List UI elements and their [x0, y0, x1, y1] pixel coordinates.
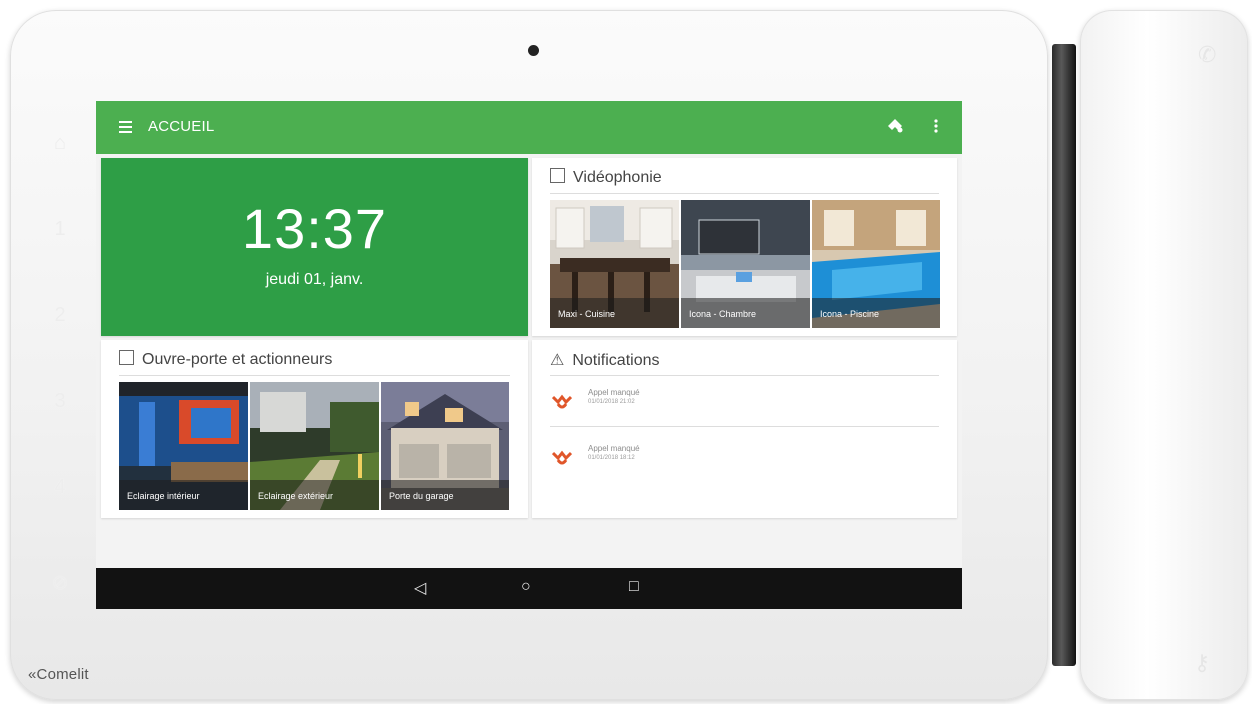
camera-tile[interactable]: Icona - Piscine [812, 200, 940, 328]
warning-icon: ⚠ [550, 352, 565, 369]
notifications-card-header: ⚠ Notifications [550, 350, 939, 376]
actuator-tile[interactable]: Porte du garage [381, 382, 509, 510]
side-key-2[interactable]: 2 [40, 300, 80, 330]
notifications-card-title: Notifications [572, 352, 660, 369]
app-bar: ACCUEIL [96, 101, 962, 154]
overflow-menu-icon[interactable] [934, 118, 938, 138]
actuators-card-title: Ouvre-porte et actionneurs [142, 351, 333, 368]
actuators-card-header: Ouvre-porte et actionneurs [119, 350, 510, 376]
actuator-label: Porte du garage [381, 480, 509, 510]
missed-call-icon [552, 394, 572, 409]
notification-title: Appel manqué [588, 388, 640, 397]
side-key-3[interactable]: 3 [40, 386, 80, 416]
dashboard: 13:37 jeudi 01, janv. Vidéophonie Maxi -… [96, 154, 962, 568]
page-title: ACCUEIL [148, 118, 215, 135]
home-button[interactable]: ○ [521, 578, 531, 596]
actuators-card: Ouvre-porte et actionneurs Eclairage int… [101, 340, 528, 518]
clock-widget: 13:37 jeudi 01, janv. [101, 158, 528, 336]
side-key-4[interactable]: 4 [40, 472, 80, 502]
notifications-card: ⚠ Notifications Appel manqué 01/01/2018 2… [532, 340, 957, 518]
camera-tile[interactable]: Icona - Chambre [681, 200, 810, 328]
notification-time: 01/01/2018 21:02 [588, 399, 635, 405]
key-icon[interactable]: ⚷ [1194, 650, 1210, 676]
camera-label: Icona - Chambre [681, 298, 810, 328]
do-not-disturb-icon[interactable] [886, 117, 904, 138]
system-nav-bar: ◁ ○ □ [96, 568, 962, 609]
device-side-edge [1052, 44, 1076, 666]
notification-item[interactable]: Appel manqué 01/01/2018 18:12 [550, 440, 939, 488]
actuator-tile[interactable]: Eclairage extérieur [250, 382, 379, 510]
camera-tile[interactable]: Maxi - Cuisine [550, 200, 679, 328]
handset: ✆ ⚷ [1080, 10, 1248, 700]
video-card: Vidéophonie Maxi - Cuisine Icona - Chamb… [532, 158, 957, 336]
actuator-label: Eclairage intérieur [119, 480, 248, 510]
front-camera [528, 45, 539, 56]
door-icon [119, 350, 134, 365]
brand-logo: «Comelit [28, 666, 89, 683]
back-button[interactable]: ◁ [414, 578, 426, 598]
video-card-header: Vidéophonie [550, 168, 939, 194]
side-key-home[interactable]: ⌂ [40, 128, 80, 158]
phone-icon[interactable]: ✆ [1198, 42, 1216, 68]
side-key-mute[interactable]: ⊘ [40, 568, 80, 598]
recents-button[interactable]: □ [629, 578, 639, 596]
hamburger-menu-icon[interactable] [119, 121, 132, 133]
camera-label: Icona - Piscine [812, 298, 940, 328]
clock-date: jeudi 01, janv. [265, 271, 364, 288]
video-card-title: Vidéophonie [573, 169, 662, 186]
missed-call-icon [552, 450, 572, 465]
clock-time: 13:37 [241, 197, 388, 260]
actuator-tile[interactable]: Eclairage intérieur [119, 382, 248, 510]
side-key-1[interactable]: 1 [40, 214, 80, 244]
actuator-label: Eclairage extérieur [250, 480, 379, 510]
touchscreen: ACCUEIL 13:37 jeudi 01, janv. Vidéophoni… [96, 101, 962, 609]
notification-divider [550, 426, 939, 427]
notification-item[interactable]: Appel manqué 01/01/2018 21:02 [550, 384, 939, 432]
notification-time: 01/01/2018 18:12 [588, 455, 635, 461]
notification-title: Appel manqué [588, 444, 640, 453]
camera-label: Maxi - Cuisine [550, 298, 679, 328]
intercom-icon [550, 168, 565, 183]
